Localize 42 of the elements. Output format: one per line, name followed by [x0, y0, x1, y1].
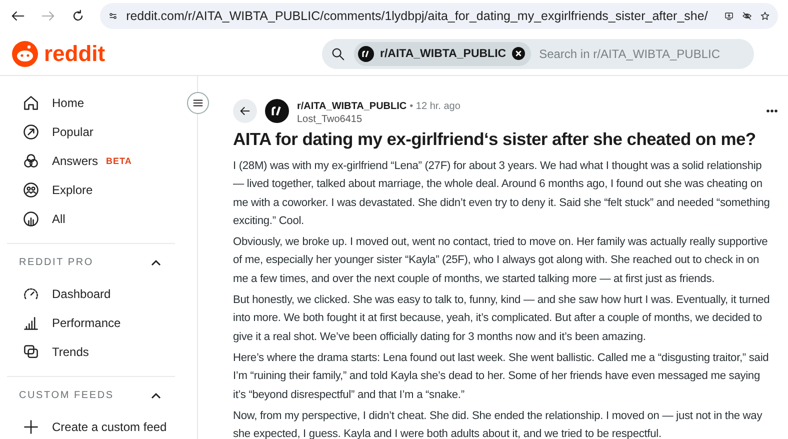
- back-button[interactable]: [233, 98, 257, 122]
- post-paragraph: Obviously, we broke up. I moved out, went no contact, tried to move on. Her family was actually really supportive of me, especially her younger sister “Kayla” (25F), who I always got along with. She reached out to check in on me a few times, and over the next couple of months, we started talking more — at first just as friends.: [233, 235, 769, 287]
- post-title: AITA for dating my ex-girlfriend‘s sister after she cheated on me?: [233, 129, 757, 150]
- nav-item[interactable]: Trends: [0, 337, 197, 366]
- more-options-icon[interactable]: [766, 109, 778, 113]
- author-link[interactable]: Lost_Two6415: [297, 114, 460, 125]
- nav-item[interactable]: Create a custom feed: [0, 412, 197, 439]
- people-circle-icon: [22, 180, 40, 198]
- plus-icon: [22, 418, 40, 436]
- circles-icon: [22, 152, 40, 170]
- nav-item[interactable]: Home: [0, 88, 197, 117]
- section-heading: REDDIT PRO: [19, 257, 94, 268]
- alien-logo-icon: [12, 40, 38, 66]
- community-chip[interactable]: r/AITA_WIBTA_PUBLIC: [354, 42, 532, 66]
- home-icon: [22, 94, 40, 112]
- close-icon[interactable]: [512, 47, 526, 60]
- post-paragraph: Here’s where the drama starts: Lena found out last week. She went ballistic. Called me a “disgusting traitor,” said I’m “ruining their family,” and told Kayla she’s dead to her. Some of her friends have even messaged me saying it’s “beyond disrespectful” and that I’m a “snake.”: [233, 350, 770, 403]
- search-icon: [330, 46, 346, 62]
- search-field[interactable]: r/AITA_WIBTA_PUBLIC Search in r/AITA_WIBTA_PUBLIC: [322, 38, 754, 68]
- address-bar[interactable]: reddit.com/r/AITA_WIBTA_PUBLIC/comments/1lydbpj/aita_for_dating_my_exgirlfriends_sister_after_she/: [100, 3, 778, 29]
- search-placeholder: Search in r/AITA_WIBTA_PUBLIC: [539, 46, 720, 60]
- menu-button[interactable]: [187, 92, 209, 114]
- chart-circle-icon: [22, 210, 40, 228]
- nav-item[interactable]: Performance: [0, 308, 197, 337]
- caret-up-icon[interactable]: [151, 392, 161, 399]
- nav-item[interactable]: Popular: [0, 117, 197, 146]
- post-paragraph: But honestly, we clicked. She was easy to talk to, funny, kind — and she saw how hurt I was. Eventually, it turned into more. We both fought it at first because, yeah, it’s complicated. But after a couple of months, we decided to give it a real shot. We’ve been officially dating for 3 months now and it’s been amazing.: [233, 293, 771, 345]
- community-avatar-icon: [265, 98, 289, 122]
- section-heading: CUSTOM FEEDS: [19, 390, 114, 401]
- nav-item[interactable]: Answers BETA: [0, 146, 197, 175]
- post-paragraph: I (28M) was with my ex-girlfriend “Lena” (27F) for about 3 years. We had what I thought was a solid relationship — lived together, talked about marriage, the whole deal. Around 6 months ago, I found out she was cheating on me with a coworker. I was devastated. She didn’t even try to deny it. Said she “felt stuck” and needed “something exciting.” Cool.: [233, 159, 771, 229]
- caret-up-icon[interactable]: [151, 259, 161, 266]
- post-time: • 12 hr. ago: [410, 101, 460, 112]
- stacked-squares-icon: [22, 342, 40, 360]
- nav-item[interactable]: Explore: [0, 175, 197, 204]
- nav-item[interactable]: All: [0, 204, 197, 233]
- nav-item[interactable]: Dashboard: [0, 279, 197, 308]
- arrow-circle-icon: [22, 122, 40, 140]
- community-avatar-icon: [358, 46, 374, 62]
- beta-label: BETA: [106, 156, 132, 166]
- url-text: reddit.com/r/AITA_WIBTA_PUBLIC/comments/1lydbpj/aita_for_dating_my_exgirlfriends_sister_after_she/: [126, 9, 708, 23]
- subreddit-link[interactable]: r/AITA_WIBTA_PUBLIC: [297, 101, 407, 112]
